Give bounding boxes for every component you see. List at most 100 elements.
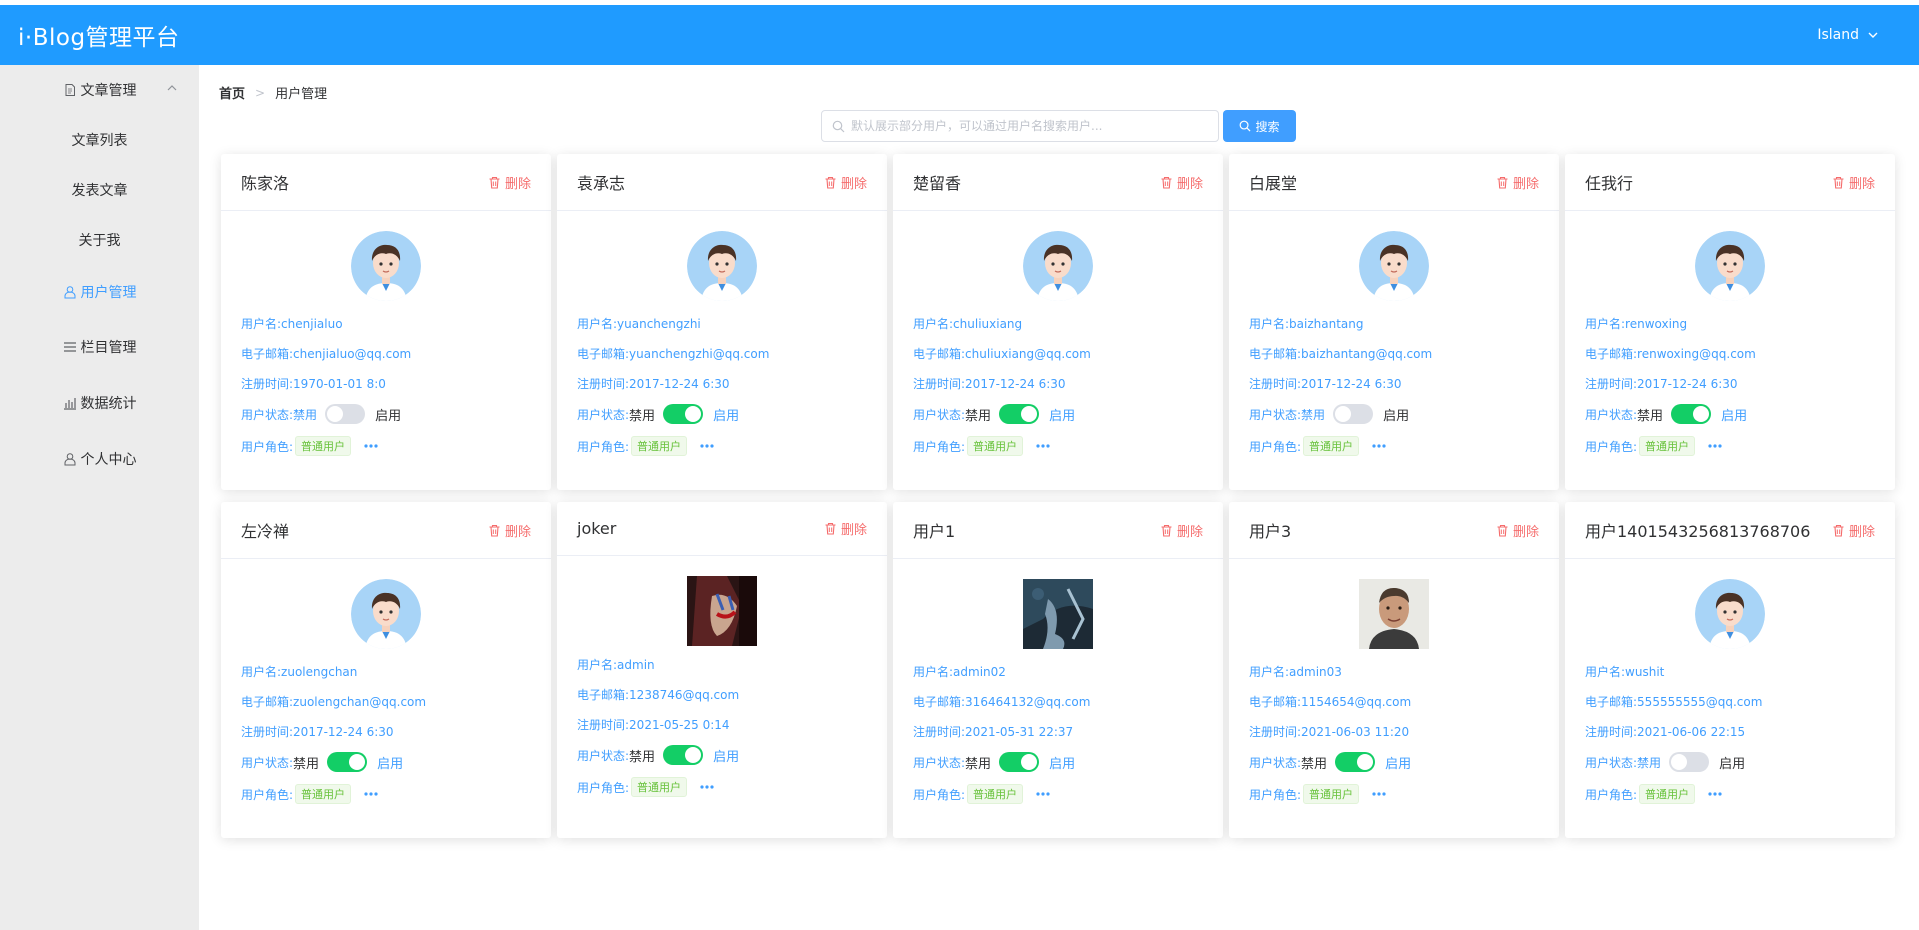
registered-value: 2021-06-06 22:15 — [1637, 725, 1746, 739]
status-disabled-text: 禁用 — [1301, 756, 1328, 772]
email-label: 电子邮箱: — [577, 347, 630, 361]
card-header: 用户3 删除 — [1229, 502, 1559, 559]
sidebar-item-category-management[interactable]: 栏目管理 — [0, 319, 199, 375]
sidebar-item-label: 文章管理 — [80, 83, 137, 99]
email-label: 电子邮箱: — [1585, 695, 1638, 709]
user-card: 用户3 删除 用户名:admin03 电子邮箱:1154654@qq.com 注… — [1229, 502, 1559, 838]
delete-button[interactable]: 删除 — [1160, 521, 1203, 540]
delete-label: 删除 — [1512, 524, 1539, 540]
status-toggle[interactable] — [325, 404, 366, 424]
sidebar-item-label: 关于我 — [78, 233, 121, 249]
delete-button[interactable]: 删除 — [1160, 173, 1203, 192]
delete-label: 删除 — [840, 523, 867, 538]
role-label: 用户角色: — [913, 787, 966, 802]
registered-value: 2017-12-24 6:30 — [1301, 377, 1402, 391]
registered-value: 2021-05-25 0:14 — [629, 718, 730, 732]
more-icon[interactable] — [1707, 443, 1723, 449]
search-input[interactable] — [851, 119, 1211, 133]
card-body: 用户名:zuolengchan 电子邮箱:zuolengchan@qq.com … — [221, 559, 551, 811]
sidebar-item-user-management[interactable]: 用户管理 — [0, 265, 199, 319]
role-tag: 普通用户 — [1639, 784, 1696, 804]
status-toggle[interactable] — [1669, 752, 1710, 772]
email-row: 电子邮箱:renwoxing@qq.com — [1585, 339, 1875, 369]
delete-button[interactable]: 删除 — [824, 173, 867, 192]
status-toggle[interactable] — [1333, 404, 1374, 424]
avatar — [1359, 231, 1429, 301]
sidebar-item-publish-article[interactable]: 发表文章 — [0, 165, 199, 215]
chevron-down-icon — [1868, 32, 1878, 38]
trash-icon — [489, 524, 500, 537]
brand-title: i·Blog管理平台 — [18, 25, 180, 51]
more-icon[interactable] — [1035, 791, 1051, 797]
card-header: 白展堂 删除 — [1229, 154, 1559, 211]
user-card: 左冷禅 删除 用户名:zuolengchan 电子邮箱:zuolengchan@… — [221, 502, 551, 838]
avatar — [687, 231, 757, 301]
more-icon[interactable] — [699, 443, 715, 449]
role-tag: 普通用户 — [1639, 436, 1696, 456]
trash-icon — [1497, 524, 1508, 537]
status-toggle[interactable] — [1671, 404, 1712, 424]
registered-row: 注册时间:2017-12-24 6:30 — [1249, 369, 1539, 399]
status-enabled-text: 启用 — [1383, 408, 1410, 424]
user-display-name: joker — [577, 519, 617, 538]
card-header: 左冷禅 删除 — [221, 502, 551, 559]
sidebar-item-statistics[interactable]: 数据统计 — [0, 375, 199, 431]
sidebar-item-profile[interactable]: 个人中心 — [0, 431, 199, 487]
user-dropdown[interactable]: Island — [1817, 27, 1879, 43]
user-card: 袁承志 删除 用户名:yuanchengzhi 电子邮箱:yuanchengzh… — [557, 154, 887, 490]
registered-label: 注册时间: — [1585, 725, 1638, 739]
more-icon[interactable] — [699, 784, 715, 790]
registered-label: 注册时间: — [1585, 377, 1638, 391]
delete-button[interactable]: 删除 — [488, 521, 531, 540]
more-icon[interactable] — [1707, 791, 1723, 797]
more-icon[interactable] — [1371, 443, 1387, 449]
more-icon[interactable] — [1035, 443, 1051, 449]
trash-icon — [1497, 176, 1508, 189]
username-value: admin — [617, 658, 655, 672]
search-button[interactable]: 搜索 — [1223, 110, 1296, 142]
user-card: joker 删除 用户名:admin 电子邮箱:1238746@qq.com 注… — [557, 502, 887, 838]
avatar-container — [1585, 559, 1875, 657]
status-toggle[interactable] — [663, 745, 704, 765]
username-value: renwoxing — [1625, 317, 1688, 331]
status-enabled-text: 启用 — [1385, 756, 1412, 772]
status-toggle[interactable] — [663, 404, 704, 424]
user-display-name: 楚留香 — [913, 174, 962, 193]
delete-button[interactable]: 删除 — [488, 173, 531, 192]
sidebar-item-label: 数据统计 — [80, 396, 137, 412]
user-icon — [63, 452, 77, 466]
breadcrumb-separator-icon: > — [255, 85, 266, 100]
delete-label: 删除 — [1512, 176, 1539, 192]
delete-button[interactable]: 删除 — [1832, 521, 1875, 540]
avatar-container — [577, 556, 867, 650]
delete-button[interactable]: 删除 — [1496, 521, 1539, 540]
avatar — [351, 231, 421, 301]
sidebar-item-about-me[interactable]: 关于我 — [0, 215, 199, 265]
status-toggle[interactable] — [1335, 752, 1376, 772]
more-icon[interactable] — [363, 791, 379, 797]
user-name: Island — [1817, 27, 1859, 43]
delete-button[interactable]: 删除 — [1832, 173, 1875, 192]
status-toggle[interactable] — [999, 752, 1040, 772]
username-value: chuliuxiang — [953, 317, 1023, 331]
user-display-name: 用户1 — [913, 522, 956, 541]
sidebar-item-articles[interactable]: 文章管理 — [0, 65, 199, 115]
username-row: 用户名:admin03 — [1249, 657, 1539, 687]
status-toggle[interactable] — [327, 752, 368, 772]
breadcrumb-current: 用户管理 — [275, 87, 328, 102]
more-icon[interactable] — [363, 443, 379, 449]
username-row: 用户名:yuanchengzhi — [577, 309, 867, 339]
email-label: 电子邮箱: — [1249, 695, 1302, 709]
delete-button[interactable]: 删除 — [1496, 173, 1539, 192]
breadcrumb-home[interactable]: 首页 — [219, 83, 245, 102]
sidebar-item-article-list[interactable]: 文章列表 — [0, 115, 199, 165]
status-label: 用户状态: — [241, 755, 294, 770]
status-toggle[interactable] — [999, 404, 1040, 424]
registered-label: 注册时间: — [241, 377, 294, 391]
delete-label: 删除 — [1176, 524, 1203, 540]
registered-row: 注册时间:1970-01-01 8:0 — [241, 369, 531, 399]
role-row: 用户角色: 普通用户 — [913, 429, 1203, 463]
more-icon[interactable] — [1371, 791, 1387, 797]
email-label: 电子邮箱: — [1249, 347, 1302, 361]
delete-button[interactable]: 删除 — [824, 519, 867, 538]
